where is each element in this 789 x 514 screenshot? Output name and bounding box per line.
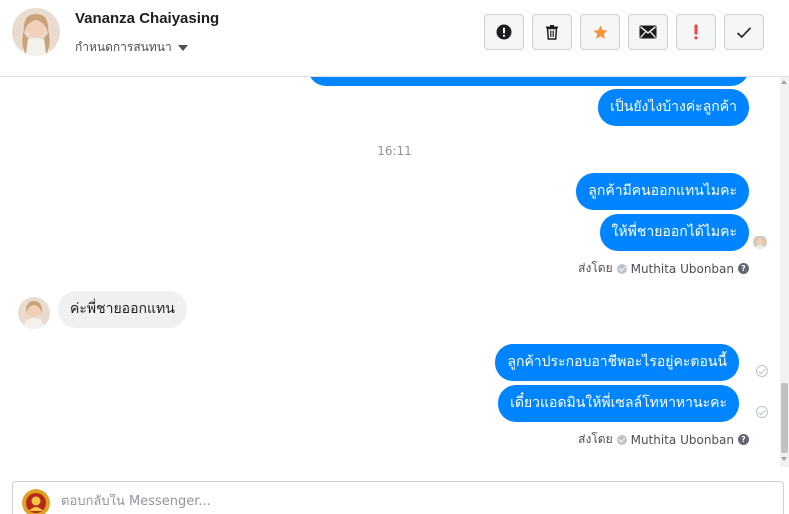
help-icon[interactable]: ?	[738, 434, 749, 445]
follow-up-button[interactable]	[676, 14, 716, 50]
contact-name[interactable]: Vananza Chaiyasing	[75, 10, 219, 27]
help-icon[interactable]: ?	[738, 263, 749, 274]
delivered-check-icon	[756, 365, 768, 377]
sent-by-label: ส่งโดย	[578, 261, 613, 275]
mark-done-button[interactable]	[724, 14, 764, 50]
message-bubble-outgoing[interactable]: เป็นยังไงบ้างค่ะลูกค้า	[598, 89, 749, 126]
message-list[interactable]: เป็นยังไงบ้างค่ะลูกค้า 16:11 ลูกค้ามีคนอ…	[0, 77, 779, 467]
message-bubble-outgoing-partial[interactable]	[308, 77, 749, 86]
checkmark-icon	[736, 26, 752, 38]
page-avatar	[22, 489, 50, 514]
message-bubble-outgoing[interactable]: ลูกค้าประกอบอาชีพอะไรอยู่คะตอนนี้	[495, 344, 739, 381]
spam-button[interactable]	[484, 14, 524, 50]
message-bubble-outgoing[interactable]: ให้พี่ชายออกได้ไมคะ	[599, 214, 749, 251]
exclamation-icon	[694, 24, 698, 40]
sent-by-name[interactable]: Muthita Ubonban	[631, 433, 734, 447]
mark-unread-button[interactable]	[628, 14, 668, 50]
assign-conversation-dropdown[interactable]: กำหนดการสนทนา	[75, 38, 188, 57]
messenger-inbox-thread: Vananza Chaiyasing กำหนดการสนทนา เป็นยัง…	[0, 0, 789, 514]
sent-by-line: ส่งโดย Muthita Ubonban ?	[578, 259, 749, 278]
message-bubble-outgoing[interactable]: ลูกค้ามีคนออกแทนไมคะ	[576, 173, 749, 210]
alert-circle-icon	[496, 24, 512, 40]
delivered-check-icon	[756, 406, 768, 418]
message-bubble-outgoing[interactable]: เดี๋ยวแอดมินให้พี่เซลล์โทหาหานะคะ	[498, 385, 739, 422]
delete-button[interactable]	[532, 14, 572, 50]
conversation-toolbar	[484, 14, 764, 50]
message-timestamp: 16:11	[377, 144, 412, 158]
verified-check-icon	[616, 434, 627, 445]
contact-avatar[interactable]	[12, 8, 60, 56]
contact-avatar-small[interactable]	[18, 297, 50, 329]
scrollbar-thumb[interactable]	[781, 383, 788, 453]
sent-by-label: ส่งโดย	[578, 432, 613, 446]
caret-down-icon	[177, 44, 188, 51]
reply-input[interactable]	[61, 494, 661, 509]
reply-composer	[12, 481, 784, 514]
sent-by-name[interactable]: Muthita Ubonban	[631, 262, 734, 276]
star-icon	[592, 24, 608, 39]
message-bubble-incoming[interactable]: ค่ะพี่ชายออกแทน	[58, 291, 187, 328]
assign-label: กำหนดการสนทนา	[75, 40, 172, 54]
star-button[interactable]	[580, 14, 620, 50]
verified-check-icon	[616, 263, 627, 274]
scroll-down-arrow-icon[interactable]	[781, 457, 787, 461]
seen-by-avatar	[753, 235, 767, 249]
envelope-icon	[639, 25, 657, 39]
scroll-up-arrow-icon[interactable]	[781, 80, 787, 84]
conversation-header: Vananza Chaiyasing กำหนดการสนทนา	[0, 0, 789, 77]
trash-icon	[546, 25, 558, 40]
sent-by-line: ส่งโดย Muthita Ubonban ?	[578, 430, 749, 449]
